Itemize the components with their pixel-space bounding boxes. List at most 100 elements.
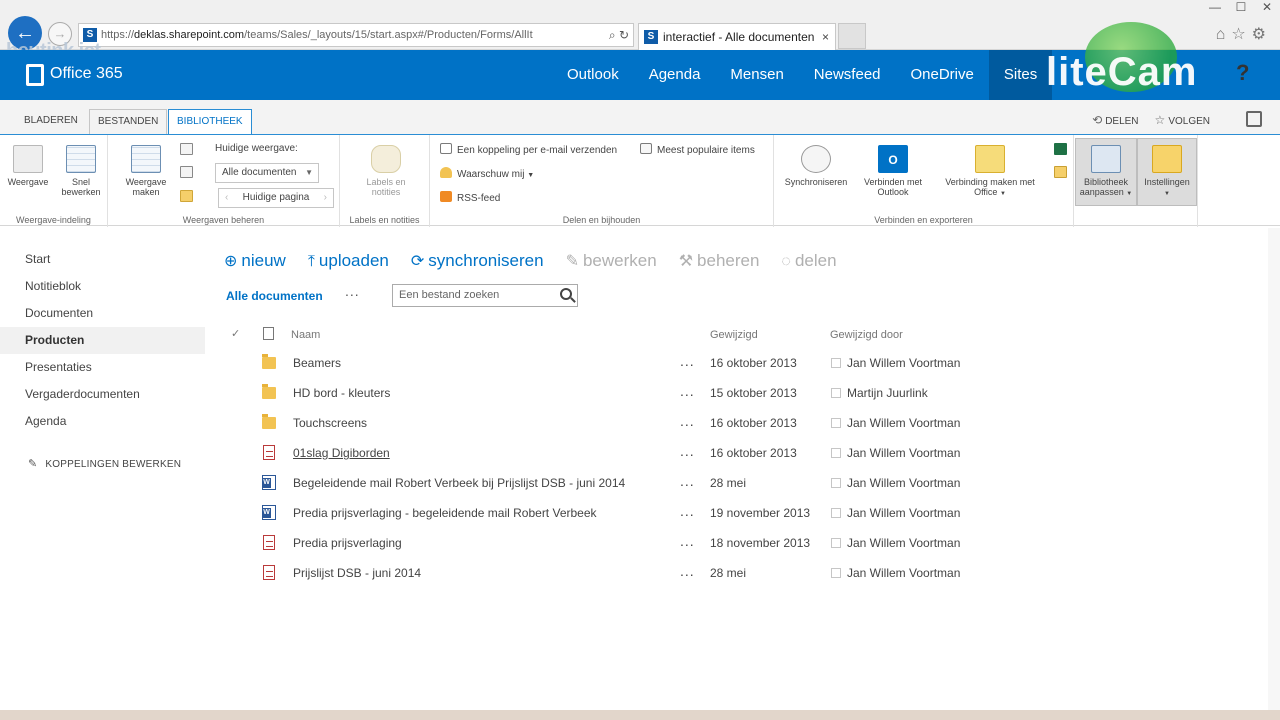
- minimize-icon[interactable]: —: [1202, 0, 1228, 14]
- maximize-icon[interactable]: ☐: [1228, 0, 1254, 14]
- column-header-modified-by[interactable]: Gewijzigd door: [830, 329, 903, 341]
- edit-button[interactable]: ✎ bewerken: [566, 251, 657, 277]
- row-menu-ellipsis[interactable]: ...: [680, 413, 695, 429]
- suite-link-agenda[interactable]: Agenda: [634, 50, 716, 100]
- row-menu-ellipsis[interactable]: ...: [680, 383, 695, 399]
- table-row[interactable]: Begeleidende mail Robert Verbeek bij Pri…: [224, 468, 984, 498]
- open-explorer-icon[interactable]: [1054, 166, 1067, 178]
- more-views-ellipsis[interactable]: ...: [345, 283, 360, 299]
- row-name[interactable]: Beamers: [293, 356, 341, 370]
- suite-link-newsfeed[interactable]: Newsfeed: [799, 50, 896, 100]
- pager-prev-icon[interactable]: ‹: [225, 189, 228, 207]
- create-view-button[interactable]: Weergave maken: [118, 145, 174, 197]
- column-header-modified[interactable]: Gewijzigd: [710, 329, 758, 341]
- row-modified-by[interactable]: Jan Willem Voortman: [847, 536, 960, 550]
- table-row[interactable]: Predia prijsverlaging - begeleidende mai…: [224, 498, 984, 528]
- edit-links-button[interactable]: ✎ KOPPELINGEN BEWERKEN: [28, 457, 181, 470]
- row-modified-by[interactable]: Jan Willem Voortman: [847, 476, 960, 490]
- row-name[interactable]: Touchscreens: [293, 416, 367, 430]
- row-name[interactable]: Predia prijsverlaging - begeleidende mai…: [293, 506, 597, 520]
- row-menu-ellipsis[interactable]: ...: [680, 443, 695, 459]
- row-modified-by[interactable]: Jan Willem Voortman: [847, 416, 960, 430]
- manage-button[interactable]: ⚒ beheren: [679, 251, 760, 277]
- row-menu-ellipsis[interactable]: ...: [680, 353, 695, 369]
- excel-export-icon[interactable]: [1054, 143, 1067, 155]
- nav-item-vergaderdocumenten[interactable]: Vergaderdocumenten: [0, 381, 205, 408]
- page-scrollbar[interactable]: [1268, 228, 1280, 710]
- suite-link-sites[interactable]: Sites: [988, 50, 1053, 100]
- email-link-button[interactable]: Een koppeling per e-mail verzenden: [440, 143, 617, 156]
- file-search-box[interactable]: Een bestand zoeken: [392, 284, 578, 307]
- share-button[interactable]: ◌ delen: [781, 251, 836, 277]
- suite-link-outlook[interactable]: Outlook: [552, 50, 634, 100]
- row-name[interactable]: HD bord - kleuters: [293, 386, 390, 400]
- home-icon[interactable]: ⌂: [1216, 26, 1232, 43]
- refresh-icon[interactable]: ↻: [619, 28, 629, 42]
- magnifier-icon[interactable]: [560, 288, 572, 300]
- row-name[interactable]: Begeleidende mail Robert Verbeek bij Pri…: [293, 476, 625, 490]
- navigate-up-icon[interactable]: [180, 190, 193, 202]
- row-name[interactable]: 01slag Digiborden: [293, 446, 390, 460]
- row-name[interactable]: Prijslijst DSB - juni 2014: [293, 566, 421, 580]
- tab-bestanden[interactable]: BESTANDEN: [89, 109, 168, 134]
- nav-item-documenten[interactable]: Documenten: [0, 300, 205, 327]
- create-column-icon[interactable]: [180, 166, 193, 178]
- view-format-button[interactable]: Weergave: [6, 145, 50, 187]
- row-menu-ellipsis[interactable]: ...: [680, 503, 695, 519]
- table-row[interactable]: Touchscreens ... 16 oktober 2013 Jan Wil…: [224, 408, 984, 438]
- table-row[interactable]: 01slag Digiborden ... 16 oktober 2013 Ja…: [224, 438, 984, 468]
- tab-bibliotheek[interactable]: BIBLIOTHEEK: [168, 109, 252, 134]
- table-row[interactable]: Beamers ... 16 oktober 2013 Jan Willem V…: [224, 348, 984, 378]
- connect-outlook-button[interactable]: O Verbinden met Outlook: [856, 145, 930, 197]
- row-name[interactable]: Predia prijsverlaging: [293, 536, 402, 550]
- table-row[interactable]: Prijslijst DSB - juni 2014 ... 28 mei Ja…: [224, 558, 984, 588]
- tags-notes-button[interactable]: Labels en notities: [358, 145, 414, 197]
- office365-brand[interactable]: Office 365: [50, 65, 123, 83]
- sync-button[interactable]: ⟳ synchroniseren: [411, 251, 544, 277]
- column-header-name[interactable]: Naam: [291, 329, 320, 341]
- select-all-checkmark-icon[interactable]: ✓: [231, 327, 240, 340]
- new-tab-button[interactable]: [838, 23, 866, 49]
- alert-me-button[interactable]: Waarschuw mij ▼: [440, 167, 534, 180]
- row-modified-by[interactable]: Jan Willem Voortman: [847, 446, 960, 460]
- library-customize-button[interactable]: Bibliotheek aanpassen ▼: [1075, 138, 1137, 206]
- address-bar[interactable]: S https://deklas.sharepoint.com/teams/Sa…: [78, 23, 634, 47]
- row-modified-by[interactable]: Jan Willem Voortman: [847, 356, 960, 370]
- suite-link-mensen[interactable]: Mensen: [715, 50, 798, 100]
- rss-feed-button[interactable]: RSS-feed: [440, 191, 500, 204]
- current-view-dropdown[interactable]: Alle documenten ▼: [215, 163, 319, 183]
- follow-page-button[interactable]: ☆ VOLGEN: [1155, 113, 1210, 127]
- popular-items-button[interactable]: Meest populaire items: [640, 143, 755, 156]
- row-modified-by[interactable]: Jan Willem Voortman: [847, 506, 960, 520]
- new-button[interactable]: ⊕ nieuw: [224, 251, 286, 277]
- search-icon[interactable]: ⌕: [609, 28, 616, 42]
- nav-item-start[interactable]: Start: [0, 246, 205, 273]
- favorites-star-icon[interactable]: ☆: [1231, 26, 1251, 43]
- row-modified-by[interactable]: Jan Willem Voortman: [847, 566, 960, 580]
- row-menu-ellipsis[interactable]: ...: [680, 533, 695, 549]
- suite-link-onedrive[interactable]: OneDrive: [896, 50, 989, 100]
- row-menu-ellipsis[interactable]: ...: [680, 563, 695, 579]
- view-selector-current[interactable]: Alle documenten: [226, 289, 323, 303]
- tab-close-icon[interactable]: ×: [822, 24, 829, 50]
- focus-on-content-icon[interactable]: [1246, 111, 1262, 127]
- library-settings-button[interactable]: Instellingen ▼: [1137, 138, 1197, 206]
- nav-item-presentaties[interactable]: Presentaties: [0, 354, 205, 381]
- settings-gear-icon[interactable]: ⚙: [1252, 26, 1272, 43]
- tab-bladeren[interactable]: BLADEREN: [16, 109, 86, 134]
- close-window-icon[interactable]: ✕: [1254, 0, 1280, 14]
- connect-office-button[interactable]: Verbinding maken met Office ▼: [934, 145, 1046, 199]
- quick-edit-button[interactable]: Snel bewerken: [58, 145, 104, 197]
- row-menu-ellipsis[interactable]: ...: [680, 473, 695, 489]
- table-row[interactable]: Predia prijsverlaging ... 18 november 20…: [224, 528, 984, 558]
- share-page-button[interactable]: ⟲ DELEN: [1092, 113, 1138, 127]
- table-row[interactable]: HD bord - kleuters ... 15 oktober 2013 M…: [224, 378, 984, 408]
- nav-item-notitieblok[interactable]: Notitieblok: [0, 273, 205, 300]
- nav-item-agenda[interactable]: Agenda: [0, 408, 205, 435]
- row-modified-by[interactable]: Martijn Juurlink: [847, 386, 928, 400]
- help-icon[interactable]: ?: [1236, 60, 1249, 86]
- nav-item-producten[interactable]: Producten: [0, 327, 205, 354]
- browser-tab-active[interactable]: S interactief - Alle documenten ×: [638, 23, 836, 50]
- office365-logo-icon[interactable]: [26, 64, 44, 86]
- sync-library-button[interactable]: Synchroniseren: [778, 145, 854, 187]
